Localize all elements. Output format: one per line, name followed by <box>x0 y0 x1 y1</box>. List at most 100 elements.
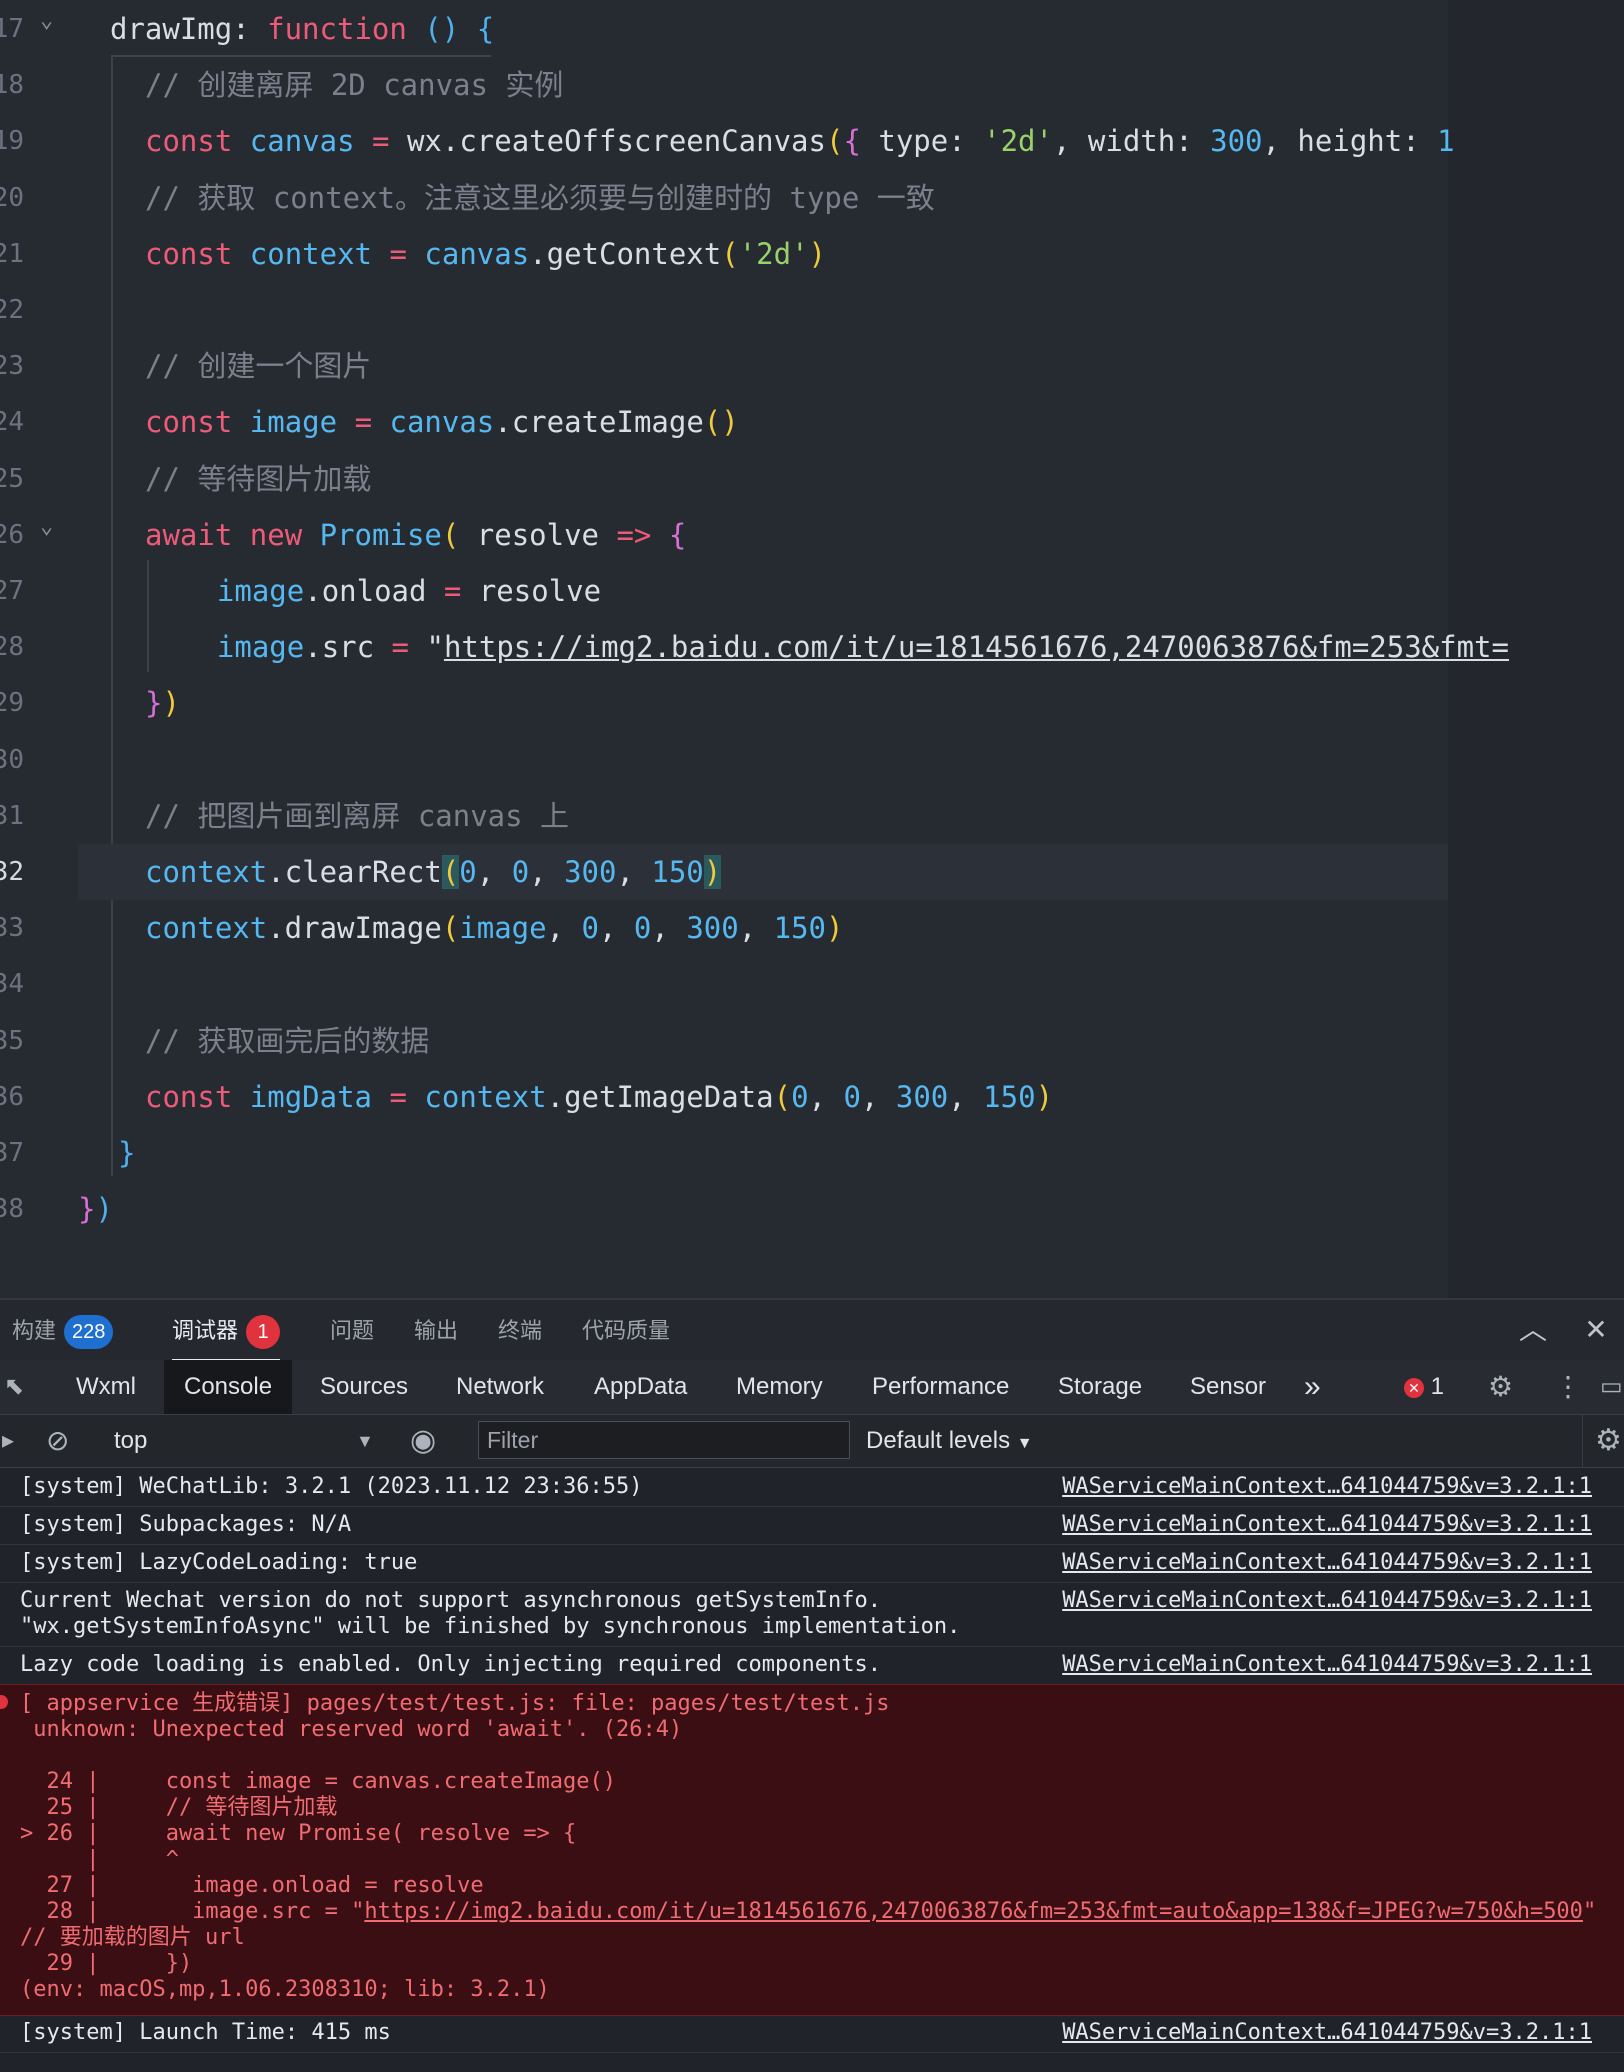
console-source-link[interactable]: WAServiceMainContext…641044759&v=3.2.1:1 <box>1062 1474 1592 1500</box>
code-token: ( <box>721 236 739 271</box>
console-message[interactable]: Lazy code loading is enabled. Only injec… <box>0 1646 1624 1685</box>
code-token: resolve <box>459 517 617 552</box>
context-select[interactable]: top <box>114 1415 147 1467</box>
code-token: wx.createOffscreenCanvas <box>389 124 826 159</box>
code-line[interactable]: 22 <box>0 282 1448 338</box>
panel-tab[interactable]: 输出 <box>414 1300 458 1362</box>
console-source-link[interactable]: WAServiceMainContext…641044759&v=3.2.1:1 <box>1062 1550 1592 1576</box>
console-message[interactable]: Current Wechat version do not support as… <box>0 1582 1624 1647</box>
devtools-tab-memory[interactable]: Memory <box>736 1360 823 1414</box>
console-message[interactable]: [system] Launch Time: 415 ms WAServiceMai… <box>0 2014 1624 2053</box>
line-number: 29 <box>0 688 24 719</box>
gear-icon[interactable]: ⚙ <box>1488 1360 1513 1414</box>
code-token: new <box>249 517 303 552</box>
code-line[interactable]: 26 ⌄ await new Promise( resolve => { <box>0 507 1448 563</box>
code-token: ( <box>773 1079 792 1114</box>
error-counter[interactable]: ✕ 1 <box>1404 1360 1444 1414</box>
code-line[interactable]: 35 // 获取画完后的数据 <box>0 1013 1448 1069</box>
code-line[interactable]: 28 image.src = "https://img2.baidu.com/i… <box>0 619 1509 675</box>
code-line[interactable]: 36 const imgData = context.getImageData(0… <box>0 1069 1448 1125</box>
code-line[interactable]: 17 ⌄ drawImg: function () { <box>0 1 1448 57</box>
error-url-link[interactable]: https://img2.baidu.com/it/u=1814561676,2… <box>364 1899 1583 1924</box>
code-token: // 创建一个图片 <box>145 349 372 384</box>
console-source-link[interactable]: WAServiceMainContext…641044759&v=3.2.1:1 <box>1062 2020 1592 2046</box>
devtools-tab-appdata[interactable]: AppData <box>594 1360 687 1414</box>
code-line[interactable]: 31 // 把图片画到离屏 canvas 上 <box>0 788 1448 844</box>
code-token: .getContext <box>529 236 722 271</box>
code-line[interactable]: 34 <box>0 956 1448 1012</box>
code-line[interactable]: 20 // 获取 context。注意这里必须要与创建时的 type 一致 <box>0 170 1448 226</box>
code-token: const <box>145 236 233 271</box>
code-token: " <box>409 630 444 665</box>
code-line[interactable]: 27 image.onload = resolve <box>0 563 1448 619</box>
panel-tab[interactable]: 调试器 1 <box>172 1300 281 1362</box>
console-message[interactable]: [system] Subpackages: N/A WAServiceMainCo… <box>0 1506 1624 1545</box>
code-token: function <box>267 12 407 46</box>
panel-tab[interactable]: 构建 228 <box>12 1300 114 1362</box>
code-token: 150 <box>983 1079 1036 1114</box>
code-token: ) <box>808 236 827 271</box>
fold-chevron-icon[interactable]: ⌄ <box>40 10 60 32</box>
code-text: // 创建一个图片 <box>145 338 371 394</box>
code-line[interactable]: 32 context.clearRect(0, 0, 300, 150) <box>0 844 1448 900</box>
code-token: .getImageData <box>546 1079 774 1114</box>
code-text: const canvas = wx.createOffscreenCanvas(… <box>145 113 1455 169</box>
sidebar-toggle-icon[interactable]: ▸ <box>2 1415 14 1467</box>
code-line[interactable]: 24 const image = canvas.createImage() <box>0 394 1448 450</box>
clear-console-icon[interactable]: ⊘ <box>46 1415 69 1467</box>
code-line[interactable]: 23 // 创建一个图片 <box>0 338 1448 394</box>
code-editor[interactable]: 17 ⌄ drawImg: function () {18// 创建离屏 2D ca… <box>0 0 1624 1298</box>
inspect-icon[interactable]: ⬉ <box>4 1360 24 1414</box>
code-line[interactable]: 19 const canvas = wx.createOffscreenCanva… <box>0 113 1455 169</box>
eye-icon[interactable]: ◉ <box>410 1415 436 1467</box>
console-message[interactable]: [system] WeChatLib: 3.2.1 (2023.11.12 23… <box>0 1468 1624 1507</box>
code-token: // 创建离屏 2D canvas 实例 <box>145 68 564 103</box>
code-line[interactable]: 25 // 等待图片加载 <box>0 451 1448 507</box>
code-text: }) <box>145 675 180 731</box>
error-icon: ✕ <box>1404 1377 1424 1398</box>
console-error-message[interactable]: [ appservice 生成错误] pages/test/test.js: f… <box>0 1684 1624 2016</box>
levels-select[interactable]: Default levels ▼ <box>866 1415 1033 1470</box>
code-text: image.src = "https://img2.baidu.com/it/u… <box>182 619 1509 675</box>
code-line[interactable]: 18 // 创建离屏 2D canvas 实例 <box>0 57 1448 113</box>
close-icon[interactable]: ✕ <box>1578 1312 1614 1348</box>
chevron-down-icon[interactable]: ▼ <box>356 1415 374 1467</box>
devtools-tab-network[interactable]: Network <box>456 1360 544 1414</box>
more-tabs-button[interactable]: » <box>1304 1360 1321 1414</box>
code-line[interactable]: 30 <box>0 732 1448 788</box>
console-message-text: [system] Launch Time: 415 ms <box>20 2020 391 2045</box>
chevron-up-icon[interactable]: ︿ <box>1515 1312 1551 1348</box>
line-number: 20 <box>0 182 24 213</box>
console-message[interactable]: [system] LazyCodeLoading: true WAServiceM… <box>0 1544 1624 1583</box>
console-source-link[interactable]: WAServiceMainContext…641044759&v=3.2.1:1 <box>1062 1512 1592 1538</box>
devtools-tab-wxml[interactable]: Wxml <box>76 1360 136 1414</box>
dock-icon[interactable]: ▭ <box>1600 1360 1623 1414</box>
devtools-tab-sources[interactable]: Sources <box>320 1360 408 1414</box>
devtools-tab-console[interactable]: Console <box>164 1360 293 1414</box>
panel-tab[interactable]: 问题 <box>330 1300 374 1362</box>
devtools-tab-sensor[interactable]: Sensor <box>1190 1360 1266 1414</box>
code-line[interactable]: 37} <box>0 1125 1448 1181</box>
panel-tab[interactable]: 终端 <box>498 1300 542 1362</box>
console-settings-icon[interactable]: ⚙ <box>1582 1415 1622 1467</box>
fold-chevron-icon[interactable]: ⌄ <box>40 515 60 537</box>
code-text: await new Promise( resolve => { <box>145 507 686 563</box>
filter-input[interactable]: Filter <box>478 1421 850 1459</box>
panel-tab[interactable]: 代码质量 <box>582 1300 670 1362</box>
kebab-menu-icon[interactable]: ⋮ <box>1554 1360 1582 1414</box>
line-number: 33 <box>0 913 24 944</box>
devtools-tab-performance[interactable]: Performance <box>872 1360 1009 1414</box>
code-token: { <box>476 12 495 46</box>
code-line[interactable]: 21 const context = canvas.getContext('2d'… <box>0 226 1448 282</box>
code-line[interactable]: 33 context.drawImage(image, 0, 0, 300, 15… <box>0 900 1448 956</box>
console-message-text: [system] Subpackages: N/A <box>20 1512 352 1537</box>
code-line[interactable]: 38}) <box>0 1181 1448 1237</box>
console-source-link[interactable]: WAServiceMainContext…641044759&v=3.2.1:1 <box>1062 1652 1592 1678</box>
code-line[interactable]: 29}) <box>0 675 1448 731</box>
devtools-tab-storage[interactable]: Storage <box>1058 1360 1142 1414</box>
console-source-link[interactable]: WAServiceMainContext…641044759&v=3.2.1:1 <box>1062 1588 1592 1614</box>
line-number: 35 <box>0 1025 24 1056</box>
